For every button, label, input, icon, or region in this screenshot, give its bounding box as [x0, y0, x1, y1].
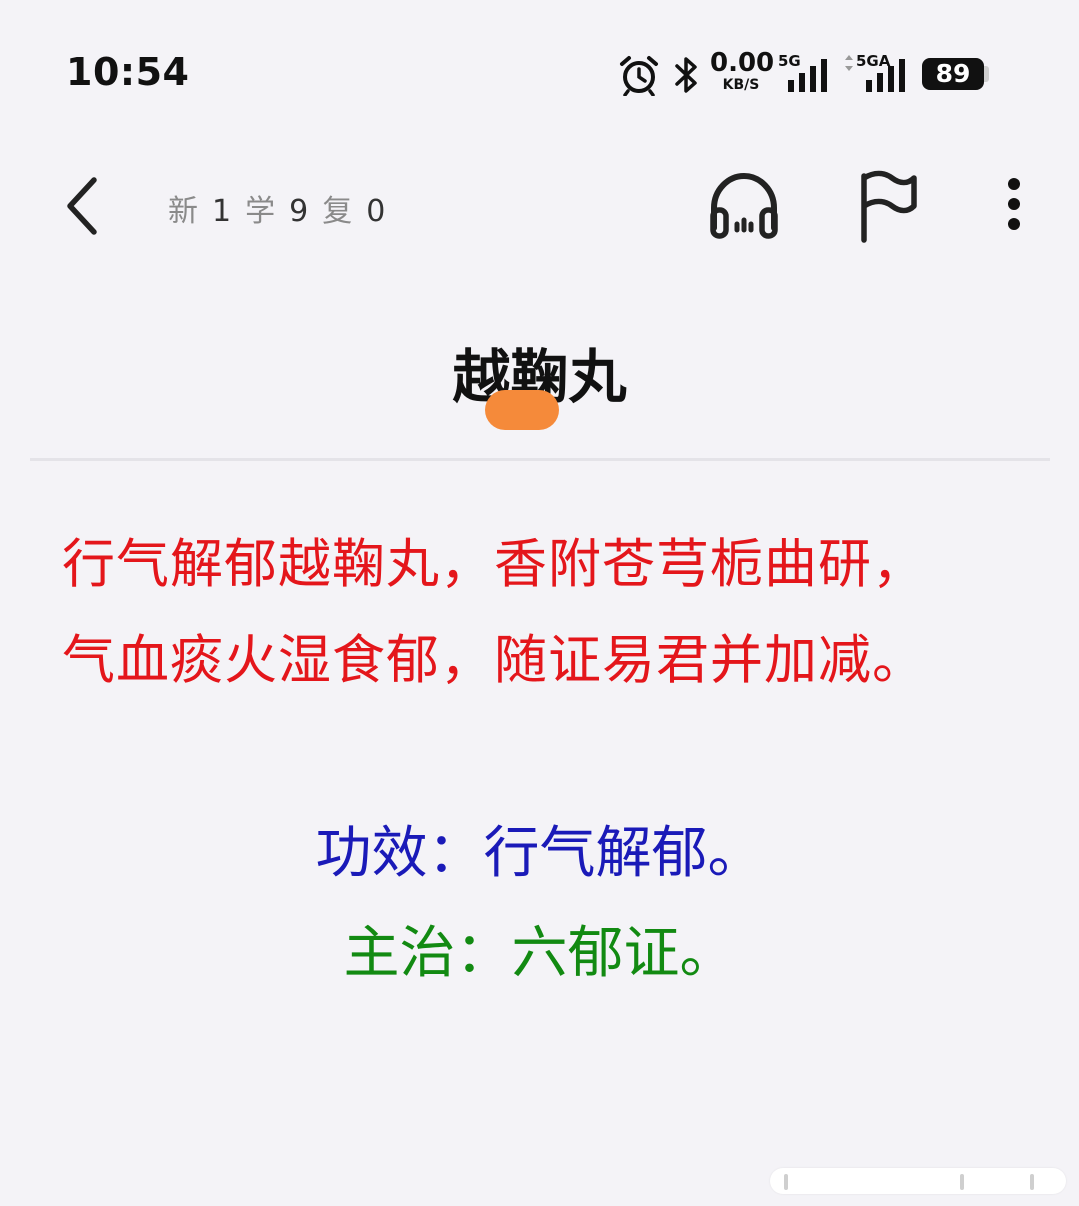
effect-text: 功效：行气解郁。 [315, 821, 764, 886]
network-speed: 0.00 KB/S [710, 48, 775, 93]
progress-new-count: 1 [212, 194, 232, 229]
flag-icon [861, 170, 917, 243]
alarm-icon [620, 56, 658, 96]
battery-tip [984, 66, 989, 82]
top-nav-bar: 新 1 学 9 复 0 [0, 160, 1079, 252]
divider [30, 458, 1050, 461]
grip-mark-3 [1030, 1174, 1034, 1190]
more-vertical-icon [1008, 178, 1020, 230]
progress-learn-count: 9 [289, 194, 309, 229]
grip-mark-1 [784, 1174, 788, 1190]
progress-review-count: 0 [366, 194, 386, 229]
signal-strength-icon [788, 59, 827, 92]
back-button[interactable] [56, 172, 116, 240]
battery-level: 89 [922, 58, 984, 90]
indication-text: 主治：六郁证。 [343, 921, 736, 986]
flag-button[interactable] [856, 168, 920, 244]
redaction-mark [485, 390, 559, 430]
more-options-button[interactable] [994, 174, 1034, 238]
signal-strength-icon-2 [866, 59, 905, 92]
watermark-bar [770, 1168, 1066, 1194]
grip-mark-2 [960, 1174, 964, 1190]
chevron-left-icon [67, 177, 97, 235]
verse-line-1: 行气解郁越鞠丸，香附苍芎栀曲研， [62, 534, 926, 595]
status-time: 10:54 [66, 50, 190, 94]
network-speed-value: 0.00 [710, 48, 775, 78]
network-speed-unit: KB/S [722, 77, 760, 93]
audio-button[interactable] [706, 168, 782, 244]
progress-new-label: 新 [168, 194, 198, 229]
data-arrows-icon [845, 55, 853, 71]
progress-review-label: 复 [322, 194, 353, 229]
status-bar: 10:54 0.00 KB/S 5G 5GA 89 [0, 0, 1079, 140]
progress-learn-label: 学 [245, 194, 276, 229]
verse-line-2: 气血痰火湿食郁，随证易君并加减。 [62, 630, 926, 691]
bluetooth-icon [675, 57, 697, 93]
study-progress: 新 1 学 9 复 0 [168, 186, 385, 230]
headphones-icon [710, 172, 778, 239]
status-icons: 0.00 KB/S 5G 5GA 89 [618, 48, 998, 98]
